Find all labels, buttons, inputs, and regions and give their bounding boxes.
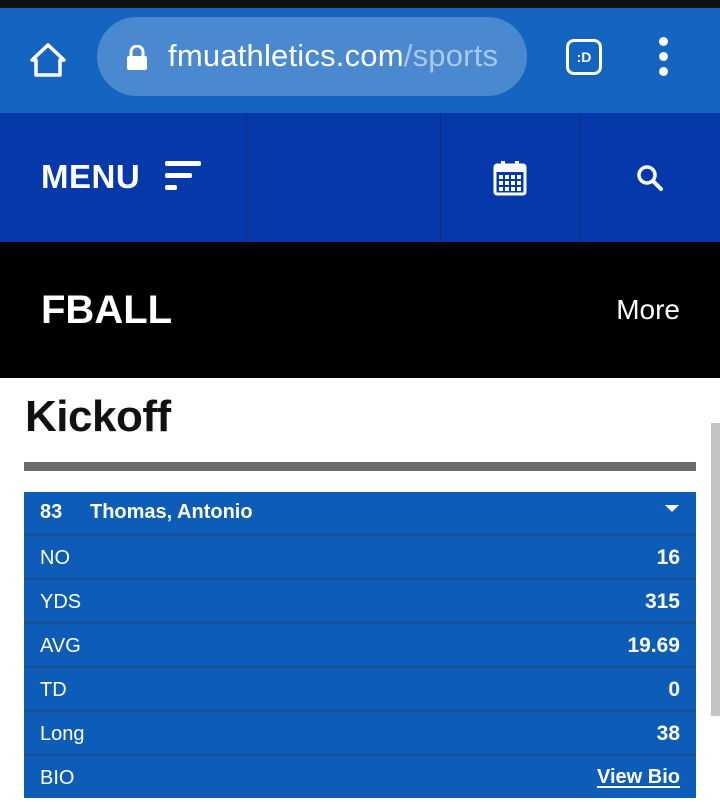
stat-label: YDS [40, 591, 82, 613]
stat-value: 0 [668, 678, 680, 701]
scrollbar[interactable] [711, 423, 720, 716]
stat-value: 38 [656, 722, 680, 745]
stat-row: Long 38 [24, 710, 696, 754]
search-icon [637, 164, 663, 191]
stat-label: AVG [40, 635, 81, 657]
stat-label: TD [40, 679, 67, 701]
site-navigation: MENU [0, 113, 720, 242]
url-domain: fmuathletics.com [168, 38, 404, 73]
home-button[interactable] [26, 38, 70, 82]
player-number: 83 [40, 501, 63, 523]
address-bar[interactable]: fmuathletics.com/sports [97, 17, 527, 96]
search-button[interactable] [580, 113, 720, 242]
stat-row: AVG 19.69 [24, 622, 696, 666]
lock-icon [127, 45, 147, 70]
bio-row: BIO View Bio [24, 754, 696, 798]
stat-row: YDS 315 [24, 578, 696, 622]
schedule-button[interactable] [441, 113, 579, 242]
url-fade [497, 17, 527, 96]
status-bar [0, 0, 720, 8]
view-bio-link[interactable]: View Bio [597, 766, 680, 789]
stat-row: TD 0 [24, 666, 696, 710]
tab-switcher-label: :D [576, 49, 592, 65]
browser-toolbar: fmuathletics.com/sports :D [0, 8, 720, 113]
player-stats-card: 83 Thomas, Antonio NO 16 YDS 315 AVG 19.… [24, 492, 696, 798]
heading-divider [24, 462, 696, 471]
more-link[interactable]: More [616, 294, 680, 326]
sport-header: FBALL More [0, 242, 720, 378]
calendar-icon [493, 160, 527, 195]
home-icon [30, 43, 66, 77]
browser-menu-icon[interactable] [652, 35, 676, 79]
hamburger-icon [165, 161, 201, 193]
stat-row: NO 16 [24, 534, 696, 578]
url-text: fmuathletics.com/sports [168, 38, 498, 74]
player-header-row[interactable]: 83 Thomas, Antonio [24, 492, 696, 534]
stat-value: 19.69 [627, 634, 680, 657]
menu-button[interactable]: MENU [0, 113, 246, 242]
stat-value: 315 [644, 590, 680, 613]
page-title: Kickoff [25, 392, 171, 441]
nav-divider [246, 113, 247, 242]
stat-label: NO [40, 547, 70, 569]
stat-value: 16 [656, 546, 680, 569]
sport-title[interactable]: FBALL [41, 288, 172, 333]
tab-switcher-button[interactable]: :D [566, 39, 602, 75]
menu-label: MENU [41, 158, 141, 195]
stat-label: Long [40, 723, 85, 745]
bio-label: BIO [40, 767, 75, 789]
url-path: /sports [403, 38, 499, 73]
caret-down-icon[interactable] [665, 505, 679, 512]
player-name: Thomas, Antonio [90, 501, 253, 523]
